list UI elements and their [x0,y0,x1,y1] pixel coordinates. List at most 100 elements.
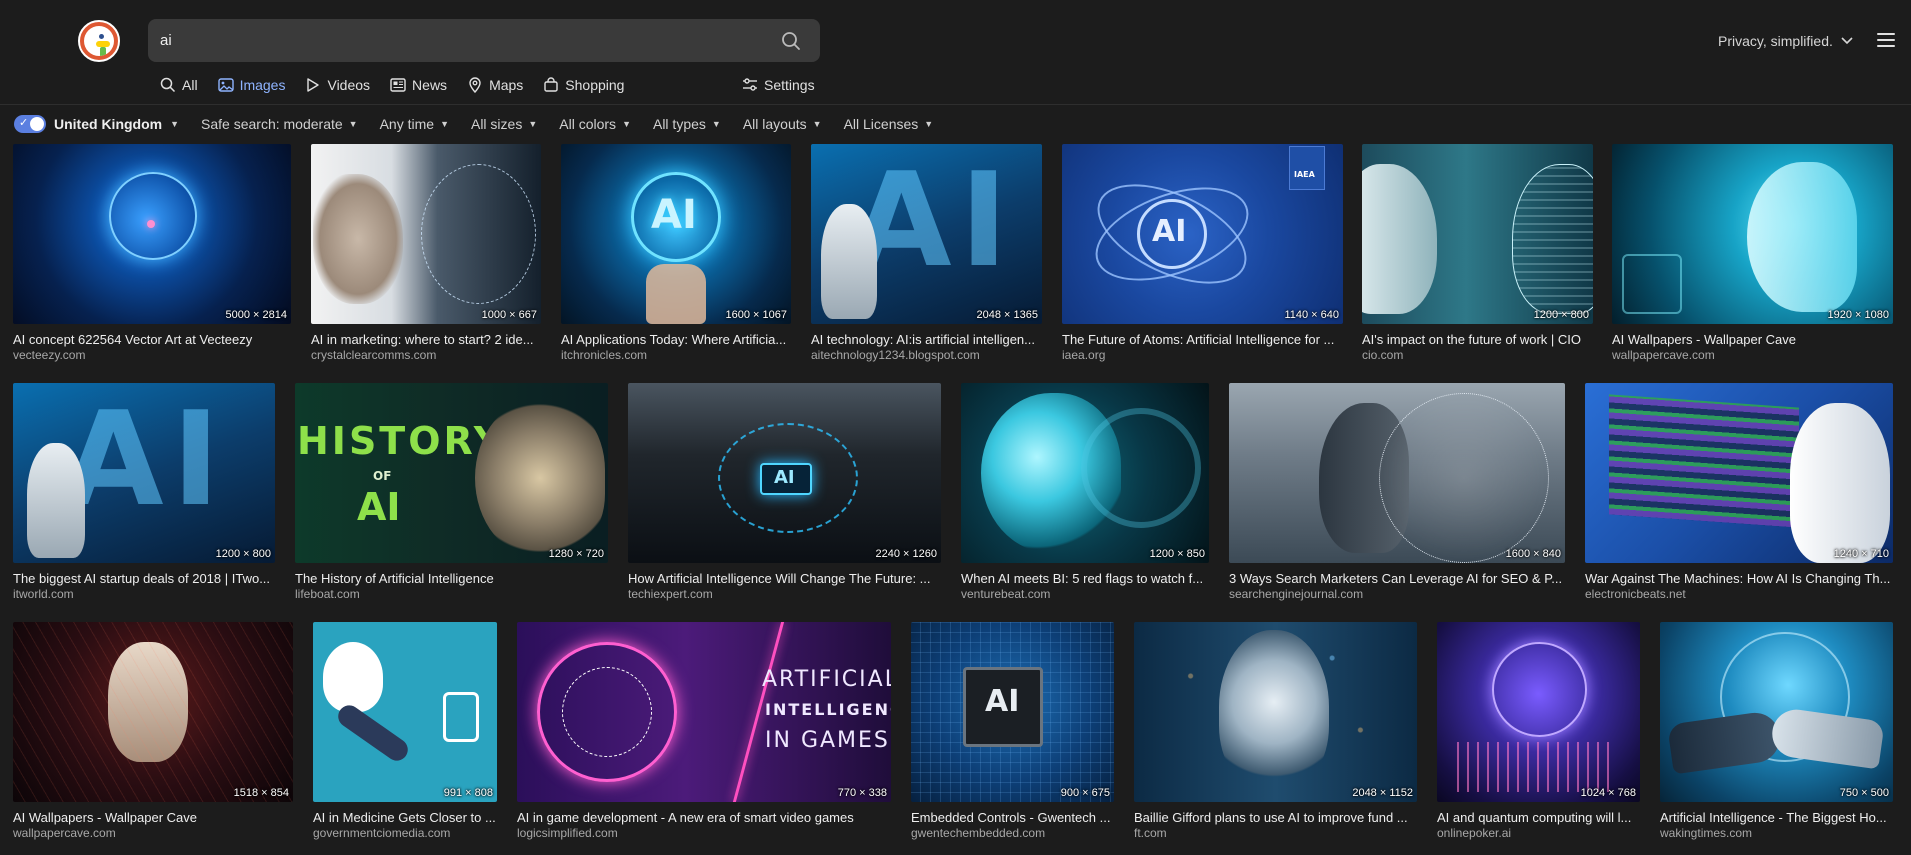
sliders-icon [743,78,757,91]
image-thumbnail: AI 1600 × 1067 [561,144,791,324]
image-title: The Future of Atoms: Artificial Intellig… [1062,332,1335,347]
image-overlay-text: INTELLIGENCE [765,700,891,719]
image-source: wallpapercave.com [1612,348,1715,362]
image-result[interactable]: ARTIFICIAL INTELLIGENCE IN GAMES 770 × 3… [517,622,891,841]
image-overlay-text: IN GAMES [765,728,890,753]
image-result[interactable]: 5000 × 2814 AI concept 622564 Vector Art… [13,144,291,363]
image-thumbnail: HISTORY OF AI 1280 × 720 [295,383,608,563]
image-thumbnail: 1200 × 850 [961,383,1209,563]
image-result[interactable]: AI IAEA 1140 × 640 The Future of Atoms: … [1062,144,1343,363]
image-dimensions: 991 × 808 [443,787,493,799]
image-result[interactable]: 2048 × 1152 Baillie Gifford plans to use… [1134,622,1417,841]
image-dimensions: 2048 × 1365 [976,309,1038,321]
privacy-label: Privacy, simplified. [1718,33,1833,49]
image-title: AI Wallpapers - Wallpaper Cave [1612,332,1796,347]
tab-settings[interactable]: Settings [742,74,815,96]
image-thumbnail: AI 1200 × 800 [13,383,275,563]
image-dimensions: 1200 × 850 [1149,548,1205,560]
filter-license[interactable]: All Licenses [844,116,919,132]
image-overlay-text: AI [774,467,795,488]
image-result[interactable]: 750 × 500 Artificial Intelligence - The … [1660,622,1893,841]
tab-label: All [182,77,198,93]
image-result[interactable]: AI 1600 × 1067 AI Applications Today: Wh… [561,144,791,363]
image-source: aitechnology1234.blogspot.com [811,348,980,362]
image-result[interactable]: 1920 × 1080 AI Wallpapers - Wallpaper Ca… [1612,144,1893,363]
tab-shopping[interactable]: Shopping [543,74,624,96]
image-thumbnail: 1600 × 840 [1229,383,1565,563]
image-dimensions: 1600 × 1067 [725,309,787,321]
image-result[interactable]: 1200 × 850 When AI meets BI: 5 red flags… [961,383,1209,602]
shopping-bag-icon [544,77,558,92]
image-dimensions: 750 × 500 [1839,787,1889,799]
image-dimensions: 1240 × 710 [1833,548,1889,560]
image-title: How Artificial Intelligence Will Change … [628,571,931,586]
tab-label: Videos [327,77,371,93]
image-dimensions: 1920 × 1080 [1827,309,1889,321]
image-source: ft.com [1134,826,1167,840]
image-dimensions: 770 × 338 [837,787,887,799]
settings-label: Settings [764,77,815,93]
caret-down-icon: ▼ [812,119,822,129]
caret-down-icon: ▼ [528,119,538,129]
image-result[interactable]: HISTORY OF AI 1280 × 720 The History of … [295,383,608,602]
search-button[interactable] [778,28,804,54]
filter-color[interactable]: All colors [559,116,616,132]
image-result[interactable]: AI 2048 × 1365 AI technology: AI:is arti… [811,144,1042,363]
iaea-logo-text: IAEA [1294,170,1315,179]
image-thumbnail: AI 2048 × 1365 [811,144,1042,324]
tab-label: Images [239,77,286,93]
image-thumbnail: 2048 × 1152 [1134,622,1417,802]
image-source: gwentechembedded.com [911,826,1046,840]
search-box [148,19,820,62]
search-icon [782,32,800,50]
image-result[interactable]: AI 2240 × 1260 How Artificial Intelligen… [628,383,941,602]
duck-icon [84,26,114,56]
filter-bar: ✓ United Kingdom ▼ Safe search: moderate… [14,114,955,134]
image-thumbnail: 1200 × 800 [1362,144,1593,324]
image-result[interactable]: 1024 × 768 AI and quantum computing will… [1437,622,1640,841]
duckduckgo-logo[interactable] [78,20,120,62]
region-filter[interactable]: United Kingdom [54,116,162,132]
image-result[interactable]: 1240 × 710 War Against The Machines: How… [1585,383,1893,602]
image-result[interactable]: 1518 × 854 AI Wallpapers - Wallpaper Cav… [13,622,293,841]
image-result[interactable]: 1200 × 800 AI's impact on the future of … [1362,144,1593,363]
image-result[interactable]: 1000 × 667 AI in marketing: where to sta… [311,144,541,363]
header: All Images Videos News Maps Shopping Set… [0,0,1911,104]
image-title: 3 Ways Search Marketers Can Leverage AI … [1229,571,1563,586]
image-title: War Against The Machines: How AI Is Chan… [1585,571,1891,586]
region-toggle[interactable]: ✓ [14,115,46,133]
image-thumbnail: 1024 × 768 [1437,622,1640,802]
caret-down-icon: ▼ [711,119,721,129]
image-dimensions: 2048 × 1152 [1352,787,1413,799]
image-source: onlinepoker.ai [1437,826,1512,840]
privacy-dropdown[interactable]: Privacy, simplified. [1718,33,1853,49]
caret-down-icon: ▼ [170,119,180,129]
image-result[interactable]: 991 × 808 AI in Medicine Gets Closer to … [313,622,497,841]
filter-safe-search[interactable]: Safe search: moderate [201,116,343,132]
filter-type[interactable]: All types [653,116,706,132]
image-thumbnail: 991 × 808 [313,622,497,802]
image-title: AI and quantum computing will l... [1437,810,1632,825]
filter-time[interactable]: Any time [380,116,434,132]
image-dimensions: 2240 × 1260 [875,548,937,560]
image-result[interactable]: 1600 × 840 3 Ways Search Marketers Can L… [1229,383,1565,602]
image-dimensions: 900 × 675 [1060,787,1110,799]
news-icon [390,78,406,92]
tab-images[interactable]: Images [217,74,286,96]
filter-size[interactable]: All sizes [471,116,522,132]
image-source: wakingtimes.com [1660,826,1753,840]
image-result[interactable]: AI 900 × 675 Embedded Controls - Gwentec… [911,622,1114,841]
image-overlay-text: AI [63,383,228,535]
image-thumbnail: ARTIFICIAL INTELLIGENCE IN GAMES 770 × 3… [517,622,891,802]
search-input[interactable] [160,19,760,62]
filter-layout[interactable]: All layouts [743,116,807,132]
tab-videos[interactable]: Videos [305,74,370,96]
image-result[interactable]: AI 1200 × 800 The biggest AI startup dea… [13,383,275,602]
tab-label: News [412,77,448,93]
hamburger-menu-icon[interactable] [1877,33,1895,49]
tab-all[interactable]: All [160,74,198,96]
image-source: governmentciomedia.com [313,826,451,840]
tab-news[interactable]: News [390,74,447,96]
tab-maps[interactable]: Maps [467,74,523,96]
image-thumbnail: 1000 × 667 [311,144,541,324]
